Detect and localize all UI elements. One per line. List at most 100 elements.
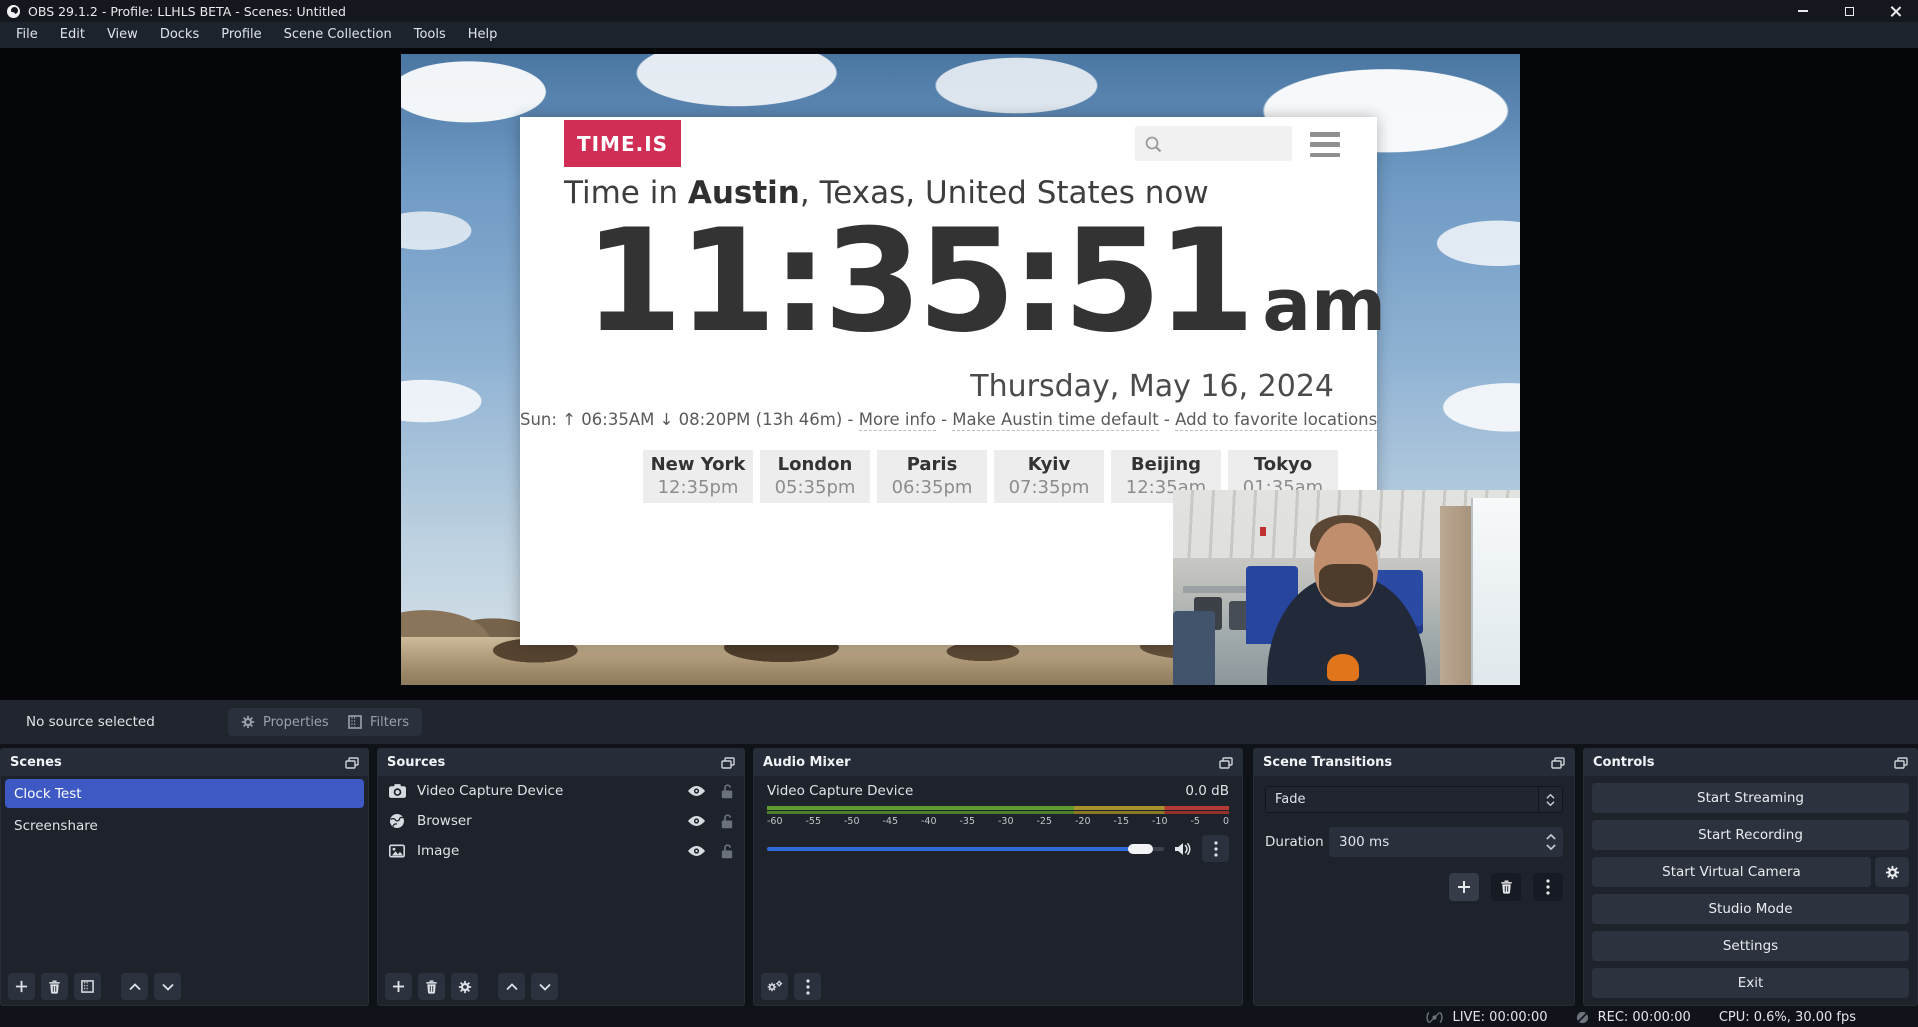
source-row-image[interactable]: Image <box>378 836 744 866</box>
minimize-icon <box>1798 10 1808 12</box>
visibility-eye-icon[interactable] <box>687 815 706 827</box>
close-icon <box>1890 6 1901 17</box>
shirt-logo <box>1327 654 1358 681</box>
exit-button[interactable]: Exit <box>1592 968 1909 998</box>
remove-source-button[interactable] <box>418 973 445 1000</box>
mixer-channel: Video Capture Device 0.0 dB -60-55-50-45… <box>754 776 1242 862</box>
transition-select[interactable]: Fade <box>1265 786 1563 813</box>
record-inactive-icon <box>1576 1011 1589 1024</box>
volume-slider[interactable] <box>767 843 1164 855</box>
start-virtual-camera-button[interactable]: Start Virtual Camera <box>1592 857 1871 887</box>
chevron-down-icon <box>1546 801 1555 806</box>
duration-spin-arrows[interactable] <box>1539 834 1563 850</box>
remove-transition-button[interactable] <box>1491 873 1521 901</box>
stream-inactive-icon <box>1426 1011 1443 1024</box>
sources-panel-header: Sources <box>378 749 744 776</box>
menubar: File Edit View Docks Profile Scene Colle… <box>0 22 1918 48</box>
scene-video-frame[interactable]: TIME.IS Time in Austin, Texas, United St… <box>401 54 1520 685</box>
more-info-link: More info <box>859 410 936 431</box>
sun-info-line: Sun: ↑ 06:35AM ↓ 08:20PM (13h 46m) - Mor… <box>520 410 1377 429</box>
move-source-down-button[interactable] <box>531 973 558 1000</box>
mixer-options-button[interactable] <box>794 973 821 1000</box>
move-scene-down-button[interactable] <box>154 973 181 1000</box>
scene-item-clock-test[interactable]: Clock Test <box>5 779 364 808</box>
remove-scene-button[interactable] <box>41 973 68 1000</box>
lock-icon[interactable] <box>721 814 733 829</box>
window-title: OBS 29.1.2 - Profile: LLHLS BETA - Scene… <box>28 4 346 19</box>
duration-spinbox[interactable]: 300 ms <box>1329 827 1563 857</box>
menu-scene-collection[interactable]: Scene Collection <box>273 22 403 48</box>
advanced-audio-button[interactable] <box>761 973 788 1000</box>
lock-icon[interactable] <box>721 784 733 799</box>
audio-mixer-panel: Audio Mixer Video Capture Device 0.0 dB … <box>753 748 1243 1006</box>
controls-panel-header: Controls <box>1584 749 1917 776</box>
foreground-chair <box>1173 611 1215 685</box>
minimize-button[interactable] <box>1780 0 1826 22</box>
menu-edit[interactable]: Edit <box>49 22 96 48</box>
webcam-source-overlay[interactable] <box>1173 490 1520 685</box>
double-gear-icon <box>766 980 783 994</box>
add-source-button[interactable] <box>385 973 412 1000</box>
transition-select-arrows[interactable] <box>1538 787 1562 812</box>
meter-scale: -60-55-50-45-40-35-30-25-20-15-10-50 <box>767 816 1229 827</box>
chevron-down-icon <box>162 983 174 991</box>
move-scene-up-button[interactable] <box>121 973 148 1000</box>
gear-icon <box>1885 865 1900 880</box>
hamburger-menu-icon <box>1310 132 1340 157</box>
source-row-browser[interactable]: Browser <box>378 806 744 836</box>
plus-icon <box>15 980 28 993</box>
volume-slider-handle[interactable] <box>1128 844 1153 854</box>
start-recording-button[interactable]: Start Recording <box>1592 820 1909 850</box>
menu-view[interactable]: View <box>96 22 149 48</box>
titlebar: OBS 29.1.2 - Profile: LLHLS BETA - Scene… <box>0 0 1918 22</box>
popout-dock-icon[interactable] <box>1219 757 1233 769</box>
maximize-button[interactable] <box>1826 0 1872 22</box>
popout-dock-icon[interactable] <box>1894 757 1908 769</box>
popout-dock-icon[interactable] <box>345 757 359 769</box>
menu-file[interactable]: File <box>5 22 49 48</box>
filters-button[interactable]: Filters <box>335 708 422 736</box>
timeis-date: Thursday, May 16, 2024 <box>970 369 1334 404</box>
duration-label: Duration <box>1265 834 1323 850</box>
popout-dock-icon[interactable] <box>721 757 735 769</box>
menu-tools[interactable]: Tools <box>403 22 457 48</box>
kebab-menu-icon <box>1214 841 1218 857</box>
add-transition-button[interactable] <box>1449 873 1479 901</box>
menu-help[interactable]: Help <box>457 22 509 48</box>
transition-options-button[interactable] <box>1533 873 1563 901</box>
virtual-camera-config-button[interactable] <box>1875 857 1909 887</box>
preview-canvas[interactable]: TIME.IS Time in Austin, Texas, United St… <box>0 48 1918 700</box>
menu-docks[interactable]: Docks <box>149 22 210 48</box>
office-pillar <box>1440 506 1471 685</box>
lock-icon[interactable] <box>721 844 733 859</box>
statusbar: LIVE: 00:00:00 REC: 00:00:00 CPU: 0.6%, … <box>0 1008 1918 1027</box>
scene-item-screenshare[interactable]: Screenshare <box>5 811 364 840</box>
camera-icon <box>389 784 406 798</box>
start-streaming-button[interactable]: Start Streaming <box>1592 783 1909 813</box>
close-button[interactable] <box>1872 0 1918 22</box>
controls-panel: Controls Start Streaming Start Recording… <box>1583 748 1918 1006</box>
source-properties-button[interactable] <box>451 973 478 1000</box>
person-beard <box>1319 564 1373 603</box>
city-cell: New York12:35pm <box>643 450 753 503</box>
transitions-panel-header: Scene Transitions <box>1254 749 1574 776</box>
settings-button[interactable]: Settings <box>1592 931 1909 961</box>
channel-options-button[interactable] <box>1202 835 1229 862</box>
menu-profile[interactable]: Profile <box>210 22 272 48</box>
plus-icon <box>1457 880 1471 894</box>
scene-filters-button[interactable] <box>74 973 101 1000</box>
properties-button[interactable]: Properties <box>228 708 342 736</box>
move-source-up-button[interactable] <box>498 973 525 1000</box>
source-row-video-capture[interactable]: Video Capture Device <box>378 776 744 806</box>
mute-speaker-icon[interactable] <box>1174 842 1192 856</box>
kebab-menu-icon <box>806 979 810 995</box>
timeis-clock: 11:35:51 am <box>584 211 1386 353</box>
add-scene-button[interactable] <box>8 973 35 1000</box>
studio-mode-button[interactable]: Studio Mode <box>1592 894 1909 924</box>
chevron-down-icon <box>1546 844 1556 850</box>
trash-icon <box>48 980 61 994</box>
visibility-eye-icon[interactable] <box>687 845 706 857</box>
popout-dock-icon[interactable] <box>1551 757 1565 769</box>
visibility-eye-icon[interactable] <box>687 785 706 797</box>
chevron-up-icon <box>129 983 141 991</box>
